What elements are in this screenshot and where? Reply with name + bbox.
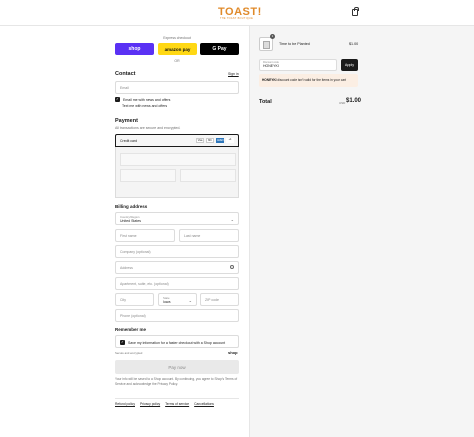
- amex-icon: AMEX: [216, 138, 224, 143]
- search-icon: [230, 265, 234, 269]
- state-value: Iowa: [163, 300, 171, 304]
- zip-field[interactable]: ZIP code: [200, 293, 239, 306]
- chevron-down-icon: ⌄: [230, 217, 234, 222]
- visa-icon: Visa: [196, 138, 204, 143]
- address-placeholder: Address: [120, 266, 133, 270]
- remember-heading: Remember me: [115, 327, 147, 332]
- more-cards-badge: +4: [226, 138, 234, 143]
- store-logo-tagline: THE TOAST BOUTIQUE: [220, 17, 254, 20]
- error-code: HONEYKI: [262, 78, 277, 82]
- apartment-field[interactable]: Apartment, suite, etc. (optional): [115, 277, 239, 290]
- currency-code: USD: [339, 101, 346, 105]
- sign-in-link[interactable]: Sign in: [228, 72, 239, 76]
- error-text: discount code isn't valid for the items …: [276, 78, 347, 82]
- total-label: Total: [259, 99, 272, 105]
- product-name: Time to be Planted: [279, 42, 310, 46]
- total-value: $1.00: [346, 98, 362, 104]
- news-checkbox-label: Email me with news and offers: [123, 97, 171, 102]
- credit-card-option[interactable]: Credit card Visa MC AMEX +4: [115, 134, 239, 147]
- news-checkbox-row[interactable]: ✓ Email me with news and offers: [115, 97, 170, 102]
- payment-heading: Payment: [115, 118, 138, 124]
- cancellations-link[interactable]: Cancellations: [194, 402, 214, 406]
- save-info-row[interactable]: ✓ Save my information for a faster check…: [120, 340, 234, 345]
- terms-of-service-link[interactable]: Terms of service: [165, 402, 189, 406]
- quantity-badge: 1: [270, 34, 275, 39]
- site-header: TOAST! THE TOAST BOUTIQUE: [0, 0, 474, 26]
- footer-links: Refund policy Privacy policy Terms of se…: [115, 402, 214, 406]
- checkbox-checked[interactable]: ✓: [115, 97, 120, 102]
- company-field[interactable]: Company (optional): [115, 245, 239, 258]
- payment-subtitle: All transactions are secure and encrypte…: [115, 126, 181, 130]
- shop-pay-button[interactable]: shop: [115, 43, 154, 55]
- order-summary-panel: [249, 26, 474, 437]
- text-checkbox-row[interactable]: Text me with news and offers: [122, 104, 167, 108]
- secure-note: Secure and encrypted: [115, 351, 143, 355]
- state-select[interactable]: State Iowa ⌄: [158, 293, 197, 306]
- apply-button[interactable]: Apply: [341, 59, 358, 71]
- refund-policy-link[interactable]: Refund policy: [115, 402, 135, 406]
- product-price: $1.00: [349, 42, 359, 46]
- email-field[interactable]: Email: [115, 81, 239, 94]
- card-cvc-field[interactable]: [180, 169, 236, 182]
- product-thumbnail: [259, 37, 273, 51]
- shop-brand-logo: shop: [228, 350, 238, 355]
- shopping-bag-icon[interactable]: [352, 7, 359, 16]
- pay-now-button[interactable]: Pay now: [115, 360, 239, 374]
- address-field[interactable]: Address: [115, 261, 239, 274]
- credit-card-label: Credit card: [120, 139, 138, 143]
- discount-error-message: HONEYKI discount code isn't valid for th…: [259, 74, 358, 87]
- or-divider: OR: [174, 59, 180, 63]
- discount-code-field[interactable]: Discount code HONEYKI: [259, 59, 337, 71]
- save-info-option[interactable]: ✓ Save my information for a faster check…: [115, 335, 239, 348]
- card-expiry-field[interactable]: [120, 169, 176, 182]
- card-logos: Visa MC AMEX +4: [196, 138, 234, 143]
- legal-text: Your info will be saved to a Shop accoun…: [115, 377, 238, 386]
- chevron-down-icon: ⌄: [188, 298, 192, 303]
- city-field[interactable]: City: [115, 293, 154, 306]
- express-checkout-label: Express checkout: [163, 36, 191, 40]
- text-checkbox-label: Text me with news and offers: [122, 104, 168, 108]
- card-number-field[interactable]: [120, 153, 236, 166]
- card-details-panel: [115, 147, 239, 198]
- amazon-pay-button[interactable]: amazon pay: [158, 43, 197, 55]
- discount-value: HONEYKI: [263, 64, 279, 68]
- google-pay-button[interactable]: G Pay: [200, 43, 239, 55]
- privacy-policy-link[interactable]: Privacy policy: [140, 402, 160, 406]
- phone-field[interactable]: Phone (optional): [115, 309, 239, 322]
- mastercard-icon: MC: [206, 138, 214, 143]
- country-select[interactable]: Country/Region United States ⌄: [115, 212, 239, 225]
- billing-heading: Billing address: [115, 204, 148, 209]
- country-value: United States: [120, 219, 142, 223]
- last-name-field[interactable]: Last name: [179, 229, 239, 242]
- save-info-label: Save my information for a faster checkou…: [128, 340, 226, 345]
- footer-divider: [115, 398, 239, 399]
- first-name-field[interactable]: First name: [115, 229, 175, 242]
- checkbox-checked[interactable]: ✓: [120, 340, 125, 345]
- contact-heading: Contact: [115, 71, 136, 77]
